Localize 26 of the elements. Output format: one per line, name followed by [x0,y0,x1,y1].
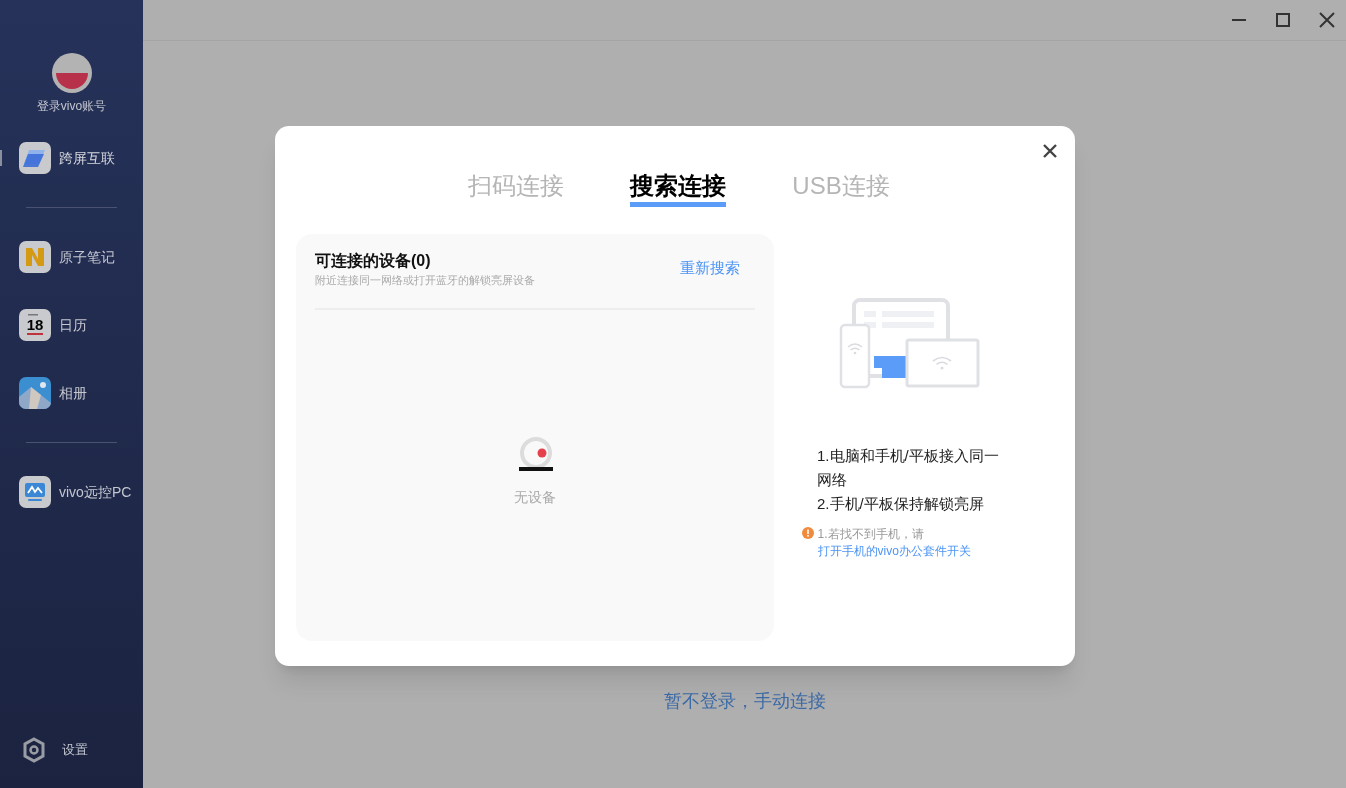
notes-icon [19,241,51,273]
sidebar-item[interactable]: 日历 [59,314,87,336]
step-text: 1.电脑和手机/平板接入同一网络 [817,446,1000,490]
cross-screen-icon [19,142,51,174]
login-link[interactable]: 登录vivo账号 [36,97,107,115]
sidebar-item[interactable]: vivo远控PC [59,481,132,503]
close-icon[interactable] [1042,143,1058,159]
avatar-icon[interactable] [51,53,92,93]
sidebar-item[interactable]: 跨屏互联 [59,147,115,169]
settings-button[interactable]: 设置 [62,740,88,760]
selected-indicator [0,150,2,166]
warning-icon [801,527,814,539]
close-icon[interactable] [1318,11,1336,29]
step-text: 2.手机/平板保持解锁亮屏 [817,494,985,514]
maximize-icon[interactable] [1274,11,1292,29]
calendar-icon [19,309,51,341]
tip-text: 1.若找不到手机，请 打开手机的vivo办公套件开关 [817,526,972,560]
sidebar-item[interactable]: 原子笔记 [59,246,115,268]
calendar-date: 18 [25,317,45,332]
panel-title: 可连接的设备(0) [315,251,432,271]
tab[interactable]: 搜索连接 [630,170,727,207]
remote-desktop-icon [19,476,51,508]
sidebar-item[interactable]: 相册 [59,382,87,404]
photo-album-icon [19,377,51,409]
settings-icon[interactable] [22,737,46,763]
empty-state-text: 无设备 [514,488,556,507]
